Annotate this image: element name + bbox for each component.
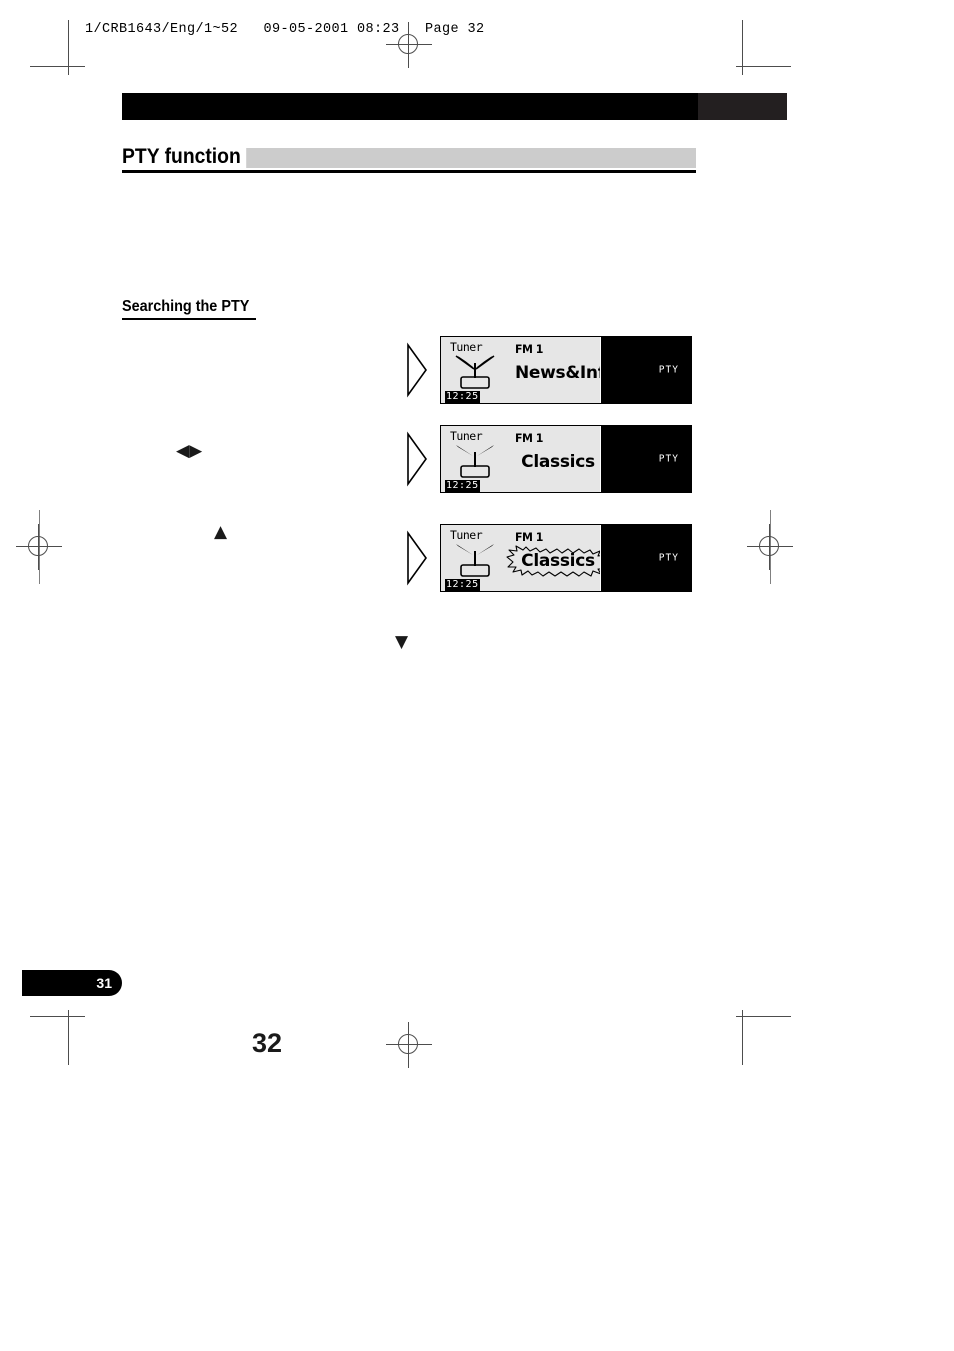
lcd-button-cell[interactable] — [601, 426, 646, 447]
lcd-info-area: Tuner 12:25 FM 1 News&Inf — [441, 337, 605, 403]
lcd-source-label: Tuner — [450, 340, 483, 354]
registration-mark-right — [747, 524, 793, 570]
lcd-button-grid: PTY — [599, 426, 691, 492]
lcd-button-cell[interactable] — [646, 525, 691, 546]
crop-mark-bottom-left-horizontal — [30, 1016, 85, 1017]
lcd-button-cell[interactable] — [601, 448, 646, 470]
header-banner-gray — [698, 93, 787, 120]
lcd-button-pty[interactable]: PTY — [646, 359, 691, 381]
lcd-source-label: Tuner — [450, 528, 483, 542]
lcd-button-pty-label: PTY — [658, 453, 679, 465]
chapter-page-tab: 31 — [22, 970, 122, 996]
figure-pty-display-2: Tuner 12:25 FM 1 Classics PTY — [406, 425, 692, 493]
section-title-rule — [122, 170, 696, 173]
lcd-clock: 12:25 — [445, 480, 480, 492]
lcd-button-cell[interactable] — [646, 337, 691, 358]
registration-mark-bottom-center — [386, 1022, 432, 1068]
up-arrow-icon: ▲ — [214, 522, 228, 542]
lcd-screen: Tuner 12:25 FM 1 Classics PTY — [440, 425, 692, 493]
antenna-icon — [455, 355, 495, 389]
lcd-button-cell[interactable] — [646, 471, 691, 492]
lcd-button-pty-label: PTY — [658, 552, 679, 564]
lcd-button-cell[interactable] — [601, 471, 646, 492]
lcd-pty-name: Classics — [521, 551, 595, 571]
lcd-band-label: FM 1 — [515, 431, 543, 446]
lcd-source-label: Tuner — [450, 429, 483, 443]
header-banner-black — [122, 93, 698, 120]
lcd-button-cell[interactable] — [601, 547, 646, 569]
lcd-button-pty[interactable]: PTY — [646, 547, 691, 569]
lcd-button-grid: PTY — [599, 525, 691, 591]
step-pointer-icon — [407, 530, 427, 586]
registration-mark-left — [16, 524, 62, 570]
crop-mark-bottom-right-vertical — [742, 1010, 743, 1065]
lcd-button-cell[interactable] — [601, 525, 646, 546]
subsection-heading: Searching the PTY — [122, 298, 250, 315]
lcd-button-cell[interactable] — [601, 337, 646, 358]
page-folio-number: 32 — [252, 1028, 283, 1058]
subsection-heading-rule — [122, 318, 256, 320]
lcd-info-area: Tuner 12:25 FM 1 Classics — [441, 426, 601, 492]
antenna-icon — [456, 445, 494, 478]
figure-pty-display-3: Tuner 12:25 FM 1 Classics PTY — [406, 524, 692, 592]
lcd-screen: Tuner 12:25 FM 1 News&Inf PTY — [440, 336, 692, 404]
crop-mark-top-right-horizontal — [736, 66, 791, 67]
lcd-button-cell[interactable] — [601, 570, 646, 591]
lcd-button-cell[interactable] — [601, 359, 646, 381]
lcd-info-area: Tuner 12:25 FM 1 Classics — [441, 525, 610, 591]
subsection-heading-block: Searching the PTY — [122, 297, 256, 320]
step-pointer-icon — [407, 342, 427, 398]
down-arrow-icon: ▼ — [395, 632, 409, 652]
lcd-button-cell[interactable] — [646, 426, 691, 447]
lcd-clock: 12:25 — [445, 579, 480, 591]
crop-mark-top-left-horizontal — [30, 66, 85, 67]
lcd-button-grid: PTY — [599, 337, 691, 403]
print-imprint-line: 1/CRB1643/Eng/1~52 09-05-2001 08:23 Page… — [85, 22, 485, 37]
lcd-button-pty[interactable]: PTY — [646, 448, 691, 470]
lcd-button-pty-label: PTY — [658, 364, 679, 376]
figure-pty-display-1: Tuner 12:25 FM 1 News&Inf PTY — [406, 336, 692, 404]
step-pointer-icon — [407, 431, 427, 487]
lcd-clock: 12:25 — [445, 391, 480, 403]
lcd-pty-name: Classics — [521, 452, 595, 472]
lcd-button-cell[interactable] — [646, 382, 691, 403]
section-title-block: PTY function — [122, 145, 696, 173]
lcd-pty-name: News&Inf — [515, 363, 605, 383]
left-right-arrows-icon: ◀▶ — [176, 441, 203, 461]
lcd-band-label: FM 1 — [515, 342, 543, 357]
crop-mark-bottom-right-horizontal — [736, 1016, 791, 1017]
lcd-band-label: FM 1 — [515, 530, 543, 545]
crop-mark-bottom-left-vertical — [68, 1010, 69, 1065]
lcd-button-cell[interactable] — [646, 570, 691, 591]
lcd-button-cell[interactable] — [601, 382, 646, 403]
antenna-icon — [456, 544, 494, 577]
page-title: PTY function — [122, 145, 247, 169]
lcd-screen: Tuner 12:25 FM 1 Classics PTY — [440, 524, 692, 592]
